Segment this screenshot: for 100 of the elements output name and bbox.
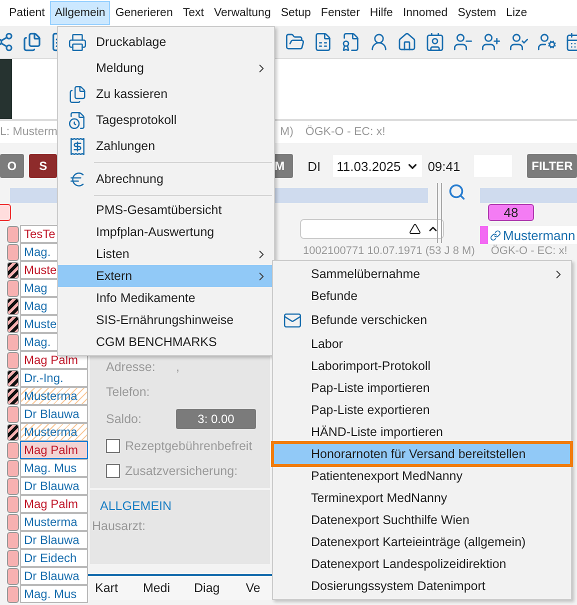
menu-bar-item[interactable]: Fenster bbox=[316, 1, 365, 25]
patient-entry[interactable]: Musterma bbox=[20, 387, 88, 405]
menu-item[interactable]: Pap-Liste importieren bbox=[273, 377, 571, 399]
checkbox-label: Rezeptgebührenbefreit bbox=[125, 439, 252, 453]
menu-item[interactable]: Datenexport Landespolizeidirektion bbox=[273, 553, 571, 575]
person-plus-icon[interactable] bbox=[481, 32, 501, 52]
menu-bar-item[interactable]: Verwaltung bbox=[208, 1, 276, 25]
menu-item[interactable]: Labor bbox=[273, 333, 571, 355]
menu-item[interactable]: Datenexport Karteieinträge (allgemein) bbox=[273, 531, 571, 553]
patient-name: Dr Eidech bbox=[24, 551, 77, 565]
menu-item[interactable]: Terminexport MedNanny bbox=[273, 487, 571, 509]
patient-entry[interactable]: Dr Eidech bbox=[20, 549, 88, 567]
tab-marker bbox=[0, 204, 11, 221]
menu-bar-item[interactable]: Patient bbox=[4, 1, 50, 25]
checkbox[interactable] bbox=[106, 464, 120, 478]
patient-name: Dr.-Ing. bbox=[24, 371, 64, 385]
patient-name: Mag. bbox=[24, 245, 51, 259]
patient-name: Dr Blauwa bbox=[24, 533, 80, 547]
field-label: Adresse: bbox=[106, 360, 156, 374]
patient-entry[interactable]: Dr Blauwa bbox=[20, 531, 88, 549]
menu-item[interactable]: HÄND-Liste importieren bbox=[273, 421, 571, 443]
menu-bar-item[interactable]: Lize bbox=[501, 1, 532, 25]
patient-name: Mag bbox=[24, 299, 48, 313]
patient-info: M) bbox=[280, 126, 294, 138]
menu-item[interactable]: Pap-Liste exportieren bbox=[273, 399, 571, 421]
menu-item[interactable]: Tagesprotokoll bbox=[58, 107, 274, 133]
euro-icon bbox=[68, 170, 86, 188]
patient-entry[interactable]: Dr Blauwa bbox=[20, 477, 88, 495]
tab[interactable]: Medi bbox=[142, 581, 170, 595]
link-icon bbox=[490, 230, 501, 240]
filter-button[interactable]: FILTER bbox=[527, 154, 577, 178]
person-minus-icon[interactable] bbox=[453, 32, 473, 52]
balance-value: 3: 0.00 bbox=[176, 409, 256, 429]
menu-item[interactable]: Dosierungssystem Datenimport bbox=[273, 575, 571, 597]
menu-bar-item[interactable]: Innomed bbox=[398, 1, 453, 25]
waiting-entry[interactable]: Mustermann bbox=[480, 226, 577, 244]
menu-item[interactable]: Abrechnung bbox=[58, 166, 274, 192]
patient-info: L: Musterm bbox=[0, 126, 58, 138]
patient-entry[interactable]: Mag Palm bbox=[20, 441, 88, 459]
menu-item[interactable]: Extern bbox=[58, 265, 274, 287]
menu-item[interactable]: Befunde verschicken bbox=[273, 307, 571, 333]
patient-entry[interactable]: Dr Blauwa bbox=[20, 567, 88, 585]
person-gear-icon[interactable] bbox=[537, 32, 557, 52]
menu-bar-item[interactable]: Allgemein bbox=[50, 1, 110, 25]
field-label: Telefon: bbox=[106, 385, 151, 399]
patient-name: Dr Blauwa bbox=[24, 569, 80, 583]
action-button[interactable]: S bbox=[28, 154, 58, 178]
menu-item[interactable]: Zu kassieren bbox=[58, 81, 274, 107]
patient-name: Musterma bbox=[24, 389, 78, 403]
patient-entry[interactable]: Mag. Mus bbox=[20, 585, 88, 603]
house-icon[interactable] bbox=[397, 32, 417, 52]
patient-name: Mag. Mus bbox=[24, 587, 77, 601]
menu-item[interactable]: Befunde bbox=[273, 285, 571, 307]
menu-item[interactable]: Meldung bbox=[58, 55, 274, 81]
weekday-label: DI bbox=[308, 158, 321, 174]
patient-entry[interactable]: Musterma bbox=[20, 423, 88, 441]
patient-entry[interactable]: Musterma bbox=[20, 513, 88, 531]
menu-item[interactable]: Druckablage bbox=[58, 29, 274, 55]
patient-name: Muste bbox=[24, 263, 57, 277]
menu-item[interactable]: PMS-Gesamtübersicht bbox=[58, 199, 274, 221]
date-field[interactable]: 11.03.2025 bbox=[332, 155, 422, 177]
menu-bar-item[interactable]: Text bbox=[178, 1, 209, 25]
share-icon[interactable] bbox=[0, 32, 14, 52]
patient-entry[interactable]: Mag Palm bbox=[20, 495, 88, 513]
tab[interactable]: Ve bbox=[246, 581, 260, 595]
person-check-icon[interactable] bbox=[509, 32, 529, 52]
patient-details: 1002100771 10.07.1971 (53 J 8 M) bbox=[303, 245, 475, 257]
search-icon[interactable] bbox=[448, 183, 466, 201]
menu-item[interactable]: Zahlungen bbox=[58, 133, 274, 159]
tab[interactable]: Diag bbox=[194, 581, 220, 595]
contact-card-icon[interactable] bbox=[425, 32, 445, 52]
patient-name: Mag Palm bbox=[24, 353, 78, 367]
menu-item[interactable]: Honorarnoten für Versand bereitstellen bbox=[273, 443, 571, 465]
patient-name: Mag. bbox=[24, 335, 51, 349]
folder-icon[interactable] bbox=[285, 32, 305, 52]
patient-name: Mag. Mus bbox=[24, 461, 77, 475]
file-badge-icon[interactable] bbox=[341, 32, 361, 52]
patient-entry[interactable]: Dr Blauwa bbox=[20, 405, 88, 423]
menu-item[interactable]: Laborimport-Protokoll bbox=[273, 355, 571, 377]
menu-item[interactable]: Patientenexport MedNanny bbox=[273, 465, 571, 487]
person-icon[interactable] bbox=[369, 32, 389, 52]
menu-bar-item[interactable]: Setup bbox=[276, 1, 316, 25]
tab[interactable]: Kart bbox=[95, 581, 118, 595]
mail-icon bbox=[282, 310, 302, 330]
patient-name: Mag Palm bbox=[24, 443, 78, 457]
spreadsheet-icon[interactable] bbox=[313, 32, 333, 52]
patient-name: Mag bbox=[24, 281, 48, 295]
count-badge: 48 bbox=[488, 204, 534, 221]
menu-bar-item[interactable]: Hilfe bbox=[364, 1, 398, 25]
files-icon[interactable] bbox=[22, 32, 42, 52]
patient-name: TesTe bbox=[24, 227, 56, 241]
menu-bar-item[interactable]: System bbox=[452, 1, 502, 25]
checkbox[interactable] bbox=[106, 439, 120, 453]
dark-panel bbox=[0, 59, 12, 119]
action-button[interactable]: O bbox=[0, 154, 24, 178]
menu-bar-item[interactable]: Generieren bbox=[110, 1, 178, 25]
patient-entry[interactable]: Dr.-Ing. bbox=[20, 369, 88, 387]
menu-item[interactable]: Datenexport Suchthilfe Wien bbox=[273, 509, 571, 531]
menu-item[interactable]: Sammelübernahme bbox=[273, 263, 571, 285]
patient-entry[interactable]: Mag. Mus bbox=[20, 459, 88, 477]
